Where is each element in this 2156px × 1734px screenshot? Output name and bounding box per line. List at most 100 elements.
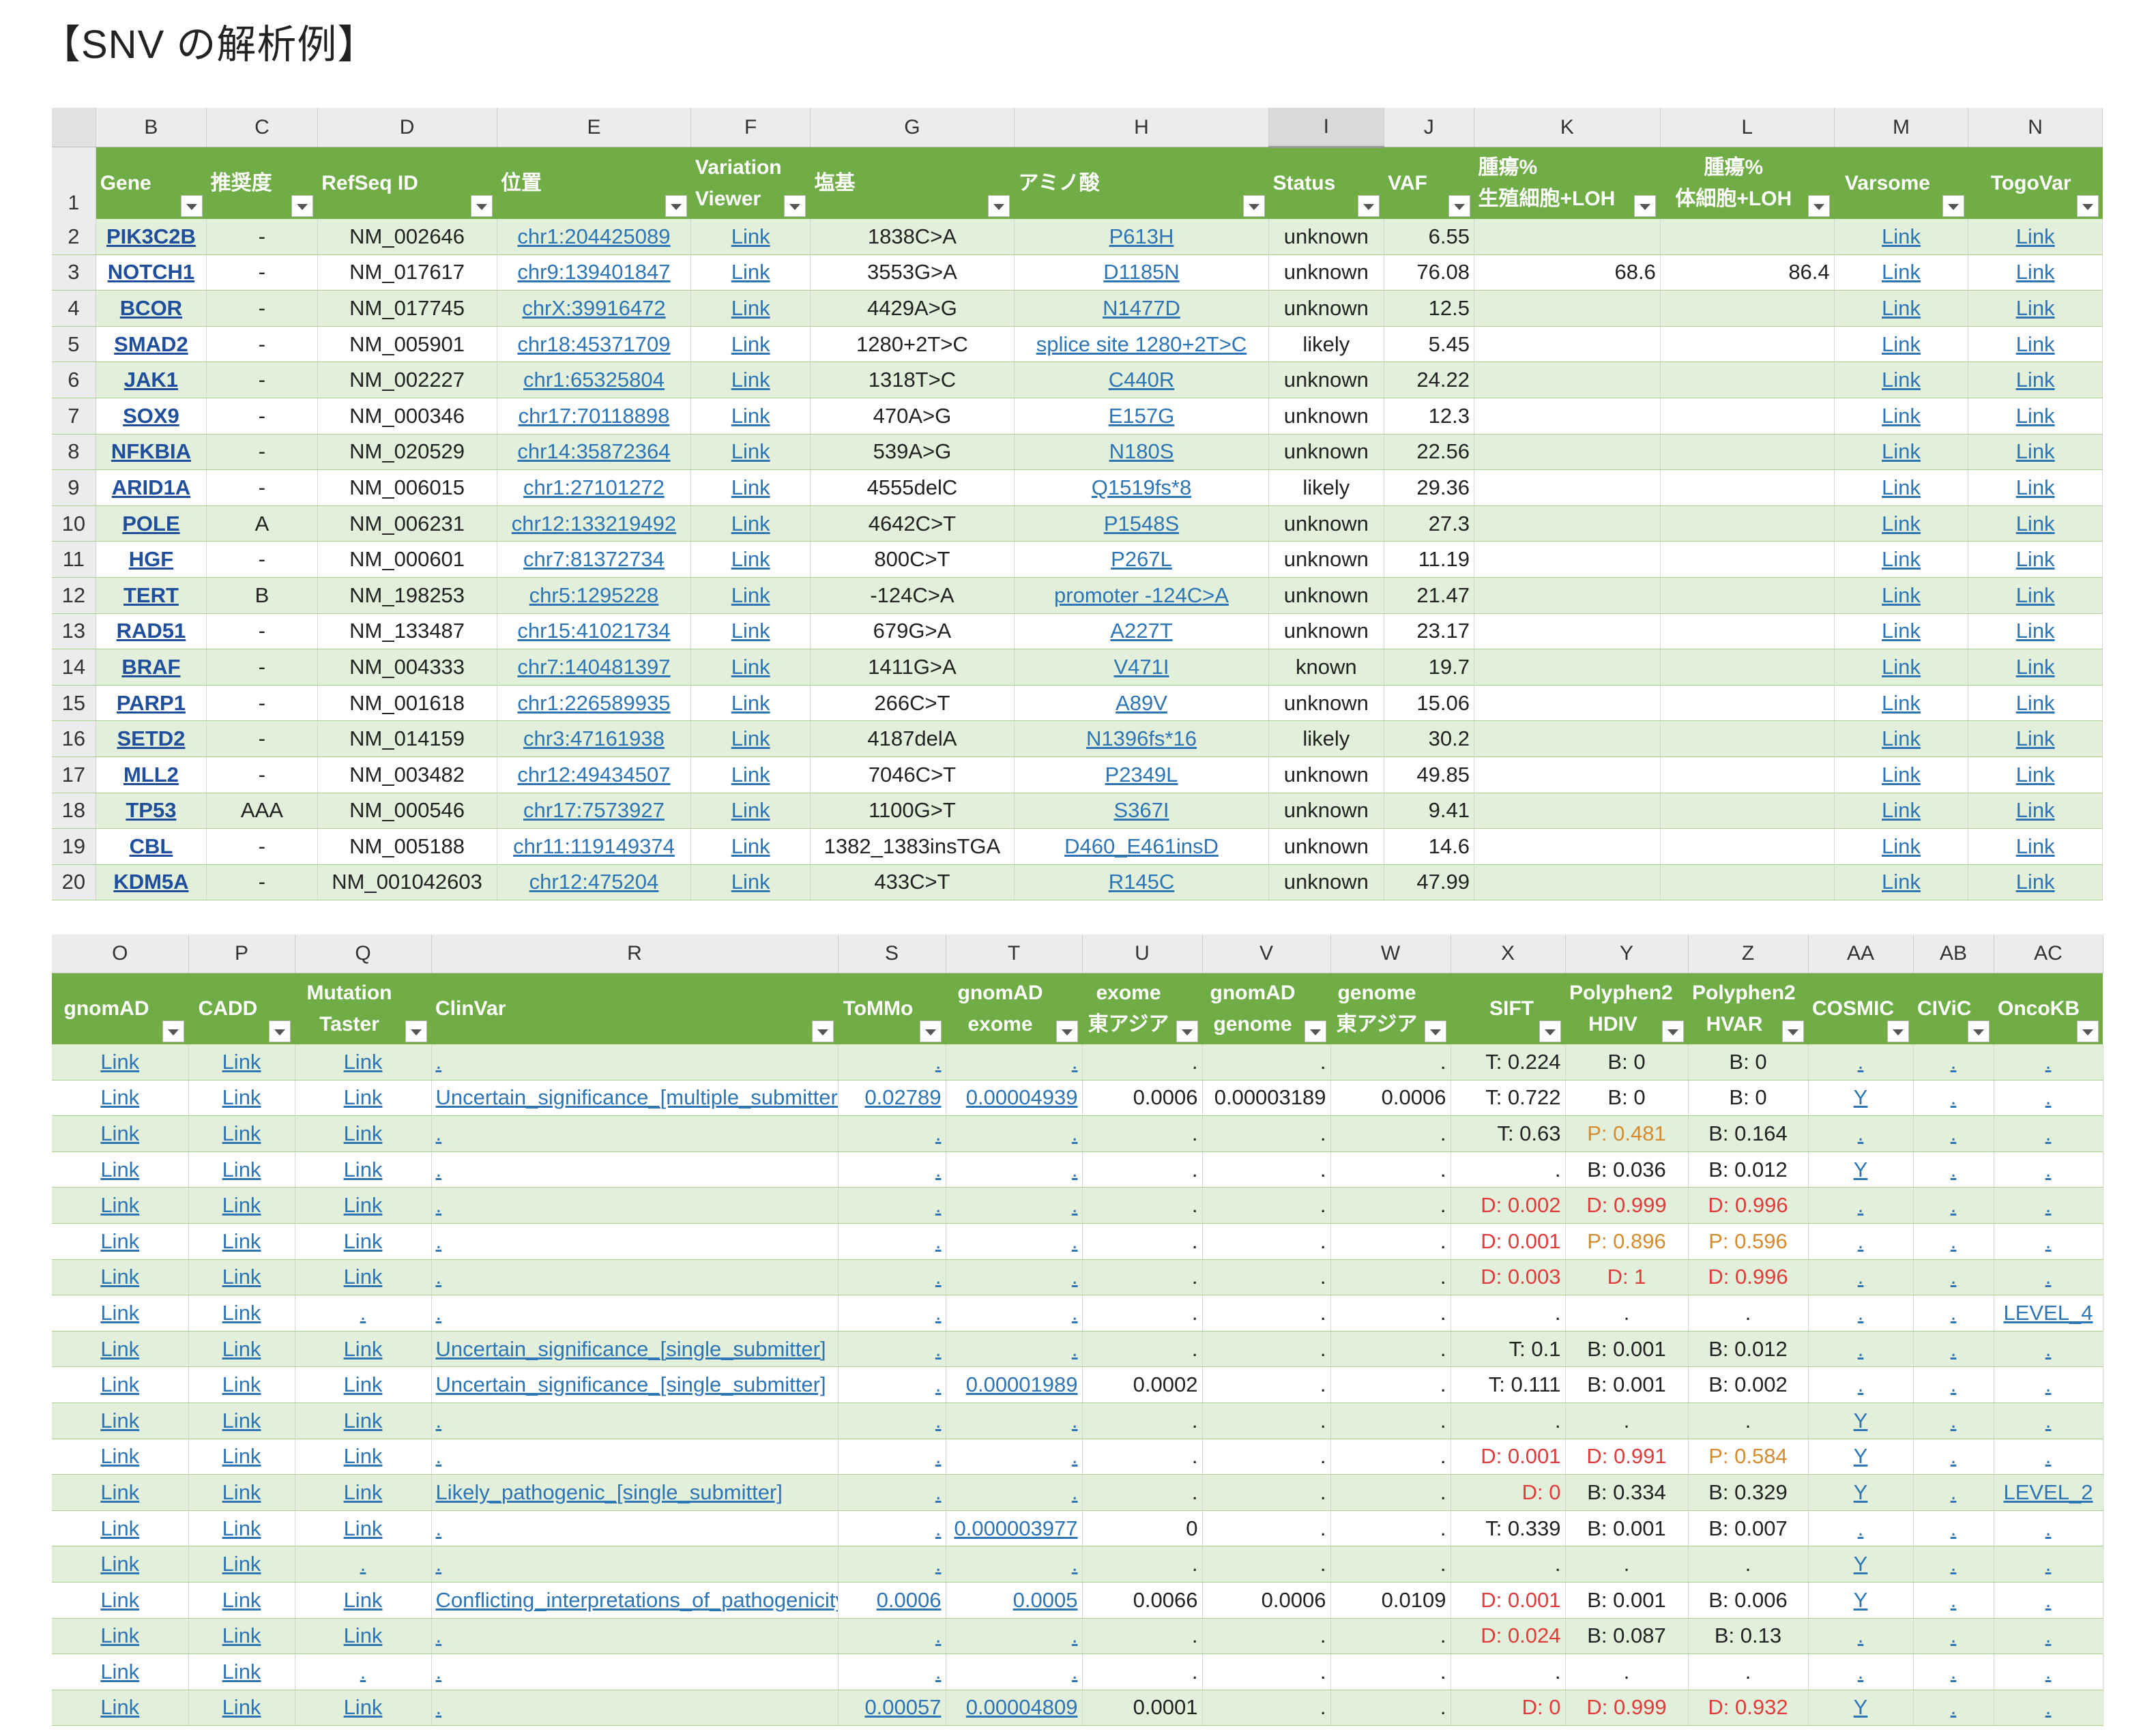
filter-dropdown-icon[interactable] xyxy=(269,1020,291,1042)
varsome-link-link[interactable]: Link xyxy=(1882,763,1921,787)
amino-acid-link[interactable]: Q1519fs*8 xyxy=(1014,469,1270,506)
varsome-link-link[interactable]: Link xyxy=(1882,404,1921,428)
clinvar-link-link[interactable]: Likely_pathogenic_[single_submitter] xyxy=(436,1480,783,1504)
civic-link[interactable]: . xyxy=(1913,1439,1994,1475)
gnomad-exome-link-link[interactable]: . xyxy=(1072,1050,1078,1074)
oncokb-link[interactable]: . xyxy=(1994,1618,2103,1655)
clinvar-link[interactable]: Conflicting_interpretations_of_pathogeni… xyxy=(431,1582,839,1619)
togovar-link-link[interactable]: Link xyxy=(2016,619,2055,643)
varsome-link-link[interactable]: Link xyxy=(1882,691,1921,715)
amino-acid-link[interactable]: P613H xyxy=(1014,219,1270,255)
oncokb-link-link[interactable]: . xyxy=(2045,1516,2052,1540)
mutation-taster-link[interactable]: Link xyxy=(295,1259,432,1296)
tommo-link-link[interactable]: . xyxy=(935,1121,942,1145)
togovar-link-link[interactable]: Link xyxy=(2016,368,2055,392)
column-header-g[interactable]: G xyxy=(810,108,1015,147)
civic-link[interactable]: . xyxy=(1913,1331,1994,1368)
filter-dropdown-icon[interactable] xyxy=(1662,1020,1684,1042)
tommo-link-link[interactable]: . xyxy=(935,1660,942,1684)
gene-link[interactable]: SMAD2 xyxy=(96,326,207,363)
gnomad-exome-link[interactable]: . xyxy=(946,1223,1083,1260)
civic-link[interactable]: . xyxy=(1913,1044,1994,1081)
gene-link-link[interactable]: NFKBIA xyxy=(111,439,191,463)
amino-acid-link[interactable]: N1477D xyxy=(1014,290,1270,327)
gene-link[interactable]: SOX9 xyxy=(96,398,207,435)
tommo-link-link[interactable]: 0.00057 xyxy=(864,1695,941,1719)
gnomad-link-link[interactable]: Link xyxy=(100,1444,139,1468)
gnomad-exome-link[interactable]: . xyxy=(946,1331,1083,1368)
gnomad-link[interactable]: Link xyxy=(52,1654,189,1690)
amino-acid-link-link[interactable]: promoter -124C>A xyxy=(1054,583,1229,607)
clinvar-link[interactable]: . xyxy=(431,1654,839,1690)
varsome-link[interactable]: Link xyxy=(1834,720,1969,757)
cadd-link[interactable]: Link xyxy=(188,1510,295,1547)
gnomad-link-link[interactable]: Link xyxy=(100,1623,139,1647)
filter-dropdown-icon[interactable] xyxy=(1634,195,1657,217)
clinvar-link[interactable]: . xyxy=(431,1295,839,1332)
gnomad-link-link[interactable]: Link xyxy=(100,1121,139,1145)
position-link-link[interactable]: chr9:139401847 xyxy=(517,260,670,284)
variation-viewer-link[interactable]: Link xyxy=(690,828,811,865)
clinvar-link[interactable]: . xyxy=(431,1510,839,1547)
variation-viewer-link-link[interactable]: Link xyxy=(731,870,770,894)
varsome-link-link[interactable]: Link xyxy=(1882,834,1921,858)
civic-link-link[interactable]: . xyxy=(1951,1623,1957,1647)
clinvar-link[interactable]: . xyxy=(431,1618,839,1655)
filter-dropdown-icon[interactable] xyxy=(988,195,1010,217)
mutation-taster-link[interactable]: Link xyxy=(295,1510,432,1547)
civic-link-link[interactable]: . xyxy=(1951,1552,1957,1576)
gene-link[interactable]: TP53 xyxy=(96,793,207,829)
togovar-link-link[interactable]: Link xyxy=(2016,798,2055,822)
cosmic-link[interactable]: Y xyxy=(1808,1080,1914,1117)
gnomad-link-link[interactable]: Link xyxy=(100,1409,139,1432)
amino-acid-link[interactable]: C440R xyxy=(1014,362,1270,398)
togovar-link[interactable]: Link xyxy=(1968,398,2103,435)
gene-link[interactable]: TERT xyxy=(96,577,207,614)
clinvar-link[interactable]: . xyxy=(431,1259,839,1296)
oncokb-link-link[interactable]: . xyxy=(2045,1552,2052,1576)
tommo-link[interactable]: . xyxy=(838,1115,946,1152)
togovar-link[interactable]: Link xyxy=(1968,219,2103,255)
gene-link[interactable]: PARP1 xyxy=(96,685,207,722)
oncokb-link-link[interactable]: . xyxy=(2045,1337,2052,1361)
gnomad-exome-link[interactable]: 0.00001989 xyxy=(946,1366,1083,1403)
cadd-link[interactable]: Link xyxy=(188,1654,295,1690)
tommo-link[interactable]: . xyxy=(838,1510,946,1547)
mutation-taster-link-link[interactable]: Link xyxy=(344,1588,383,1612)
gnomad-link[interactable]: Link xyxy=(52,1044,189,1081)
column-header-j[interactable]: J xyxy=(1384,108,1475,147)
civic-link-link[interactable]: . xyxy=(1951,1193,1957,1217)
cosmic-link-link[interactable]: . xyxy=(1858,1265,1864,1289)
gnomad-link[interactable]: Link xyxy=(52,1115,189,1152)
tommo-link-link[interactable]: . xyxy=(935,1337,942,1361)
civic-link-link[interactable]: . xyxy=(1951,1660,1957,1684)
mutation-taster-link[interactable]: Link xyxy=(295,1366,432,1403)
togovar-link-link[interactable]: Link xyxy=(2016,296,2055,320)
oncokb-link[interactable]: . xyxy=(1994,1080,2103,1117)
tommo-link-link[interactable]: . xyxy=(935,1444,942,1468)
position-link[interactable]: chr1:226589935 xyxy=(497,685,692,722)
column-header-x[interactable]: X xyxy=(1451,935,1566,973)
gnomad-link[interactable]: Link xyxy=(52,1474,189,1511)
position-link-link[interactable]: chr1:204425089 xyxy=(517,224,670,248)
varsome-link-link[interactable]: Link xyxy=(1882,619,1921,643)
civic-link[interactable]: . xyxy=(1913,1187,1994,1224)
amino-acid-link[interactable]: A227T xyxy=(1014,613,1270,650)
filter-dropdown-icon[interactable] xyxy=(405,1020,427,1042)
gnomad-exome-link[interactable]: . xyxy=(946,1044,1083,1081)
varsome-link[interactable]: Link xyxy=(1834,577,1969,614)
variation-viewer-link[interactable]: Link xyxy=(690,720,811,757)
gnomad-link[interactable]: Link xyxy=(52,1080,189,1117)
amino-acid-link[interactable]: R145C xyxy=(1014,864,1270,901)
gnomad-exome-link-link[interactable]: . xyxy=(1072,1552,1078,1576)
gnomad-link-link[interactable]: Link xyxy=(100,1552,139,1576)
civic-link-link[interactable]: . xyxy=(1951,1695,1957,1719)
cosmic-link-link[interactable]: Y xyxy=(1854,1695,1868,1719)
cadd-link-link[interactable]: Link xyxy=(222,1480,261,1504)
gene-link-link[interactable]: CBL xyxy=(130,834,173,858)
variation-viewer-link[interactable]: Link xyxy=(690,649,811,686)
tommo-link-link[interactable]: . xyxy=(935,1229,942,1253)
filter-dropdown-icon[interactable] xyxy=(920,1020,942,1042)
civic-link-link[interactable]: . xyxy=(1951,1372,1957,1396)
clinvar-link-link[interactable]: . xyxy=(436,1660,442,1684)
